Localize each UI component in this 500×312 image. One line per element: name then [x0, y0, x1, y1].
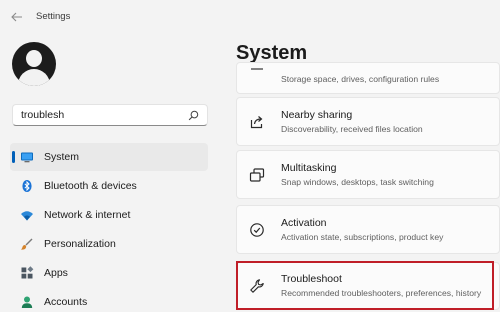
card-description: Discoverability, received files location — [281, 124, 423, 134]
sidebar-item-label: Accounts — [44, 296, 88, 308]
card-description: Recommended troubleshooters, preferences… — [281, 288, 482, 298]
apps-icon — [21, 266, 34, 279]
sidebar-item-accounts[interactable]: Accounts — [10, 288, 208, 312]
search-box[interactable] — [12, 104, 208, 126]
card-description: Snap windows, desktops, task switching — [281, 177, 434, 187]
settings-card-activation[interactable]: Activation Activation state, subscriptio… — [236, 205, 500, 254]
sidebar-item-label: Apps — [44, 267, 68, 279]
sidebar-item-personalization[interactable]: Personalization — [10, 230, 208, 258]
card-title: Multitasking — [281, 162, 337, 174]
brush-icon — [21, 238, 33, 250]
avatar[interactable] — [12, 42, 56, 86]
sidebar-item-label: Bluetooth & devices — [44, 180, 137, 192]
sidebar-item-label: Personalization — [44, 238, 116, 250]
settings-card-storage[interactable]: Storage space, drives, configuration rul… — [236, 62, 500, 94]
card-title: Activation — [281, 217, 327, 229]
card-description: Activation state, subscriptions, product… — [281, 232, 444, 242]
window-title: Settings — [36, 11, 71, 22]
search-input[interactable] — [13, 109, 173, 121]
card-title: Nearby sharing — [281, 109, 353, 121]
accounts-icon — [21, 296, 33, 308]
check-circle-icon — [250, 223, 264, 237]
sidebar-item-label: Network & internet — [44, 209, 131, 221]
card-description: Storage space, drives, configuration rul… — [281, 74, 440, 84]
sidebar-item-network[interactable]: Network & internet — [10, 201, 208, 229]
sidebar-item-bluetooth[interactable]: Bluetooth & devices — [10, 172, 208, 200]
sidebar-item-system[interactable]: System — [10, 143, 208, 171]
title-bar: Settings — [0, 0, 500, 34]
share-icon — [250, 116, 263, 129]
settings-card-multitasking[interactable]: Multitasking Snap windows, desktops, tas… — [236, 150, 500, 199]
card-title: Troubleshoot — [281, 273, 342, 285]
wrench-icon — [250, 279, 264, 293]
avatar-head — [26, 50, 42, 67]
multitasking-icon — [249, 168, 265, 182]
back-arrow-icon — [11, 12, 22, 22]
sidebar-item-label: System — [44, 151, 80, 163]
settings-card-troubleshoot[interactable]: Troubleshoot Recommended troubleshooters… — [236, 262, 500, 310]
settings-card-nearby-sharing[interactable]: Nearby sharing Discoverability, received… — [236, 97, 500, 146]
system-icon — [21, 152, 33, 163]
bluetooth-icon — [22, 180, 32, 192]
storage-icon — [251, 68, 263, 70]
search-icon[interactable] — [188, 110, 199, 121]
sidebar-nav: System Bluetooth & devices Network & int… — [10, 143, 208, 312]
wifi-icon — [21, 211, 33, 221]
selection-indicator — [12, 151, 15, 163]
avatar-shoulders — [18, 69, 50, 86]
back-button[interactable] — [8, 9, 26, 25]
sidebar-item-apps[interactable]: Apps — [10, 259, 208, 287]
